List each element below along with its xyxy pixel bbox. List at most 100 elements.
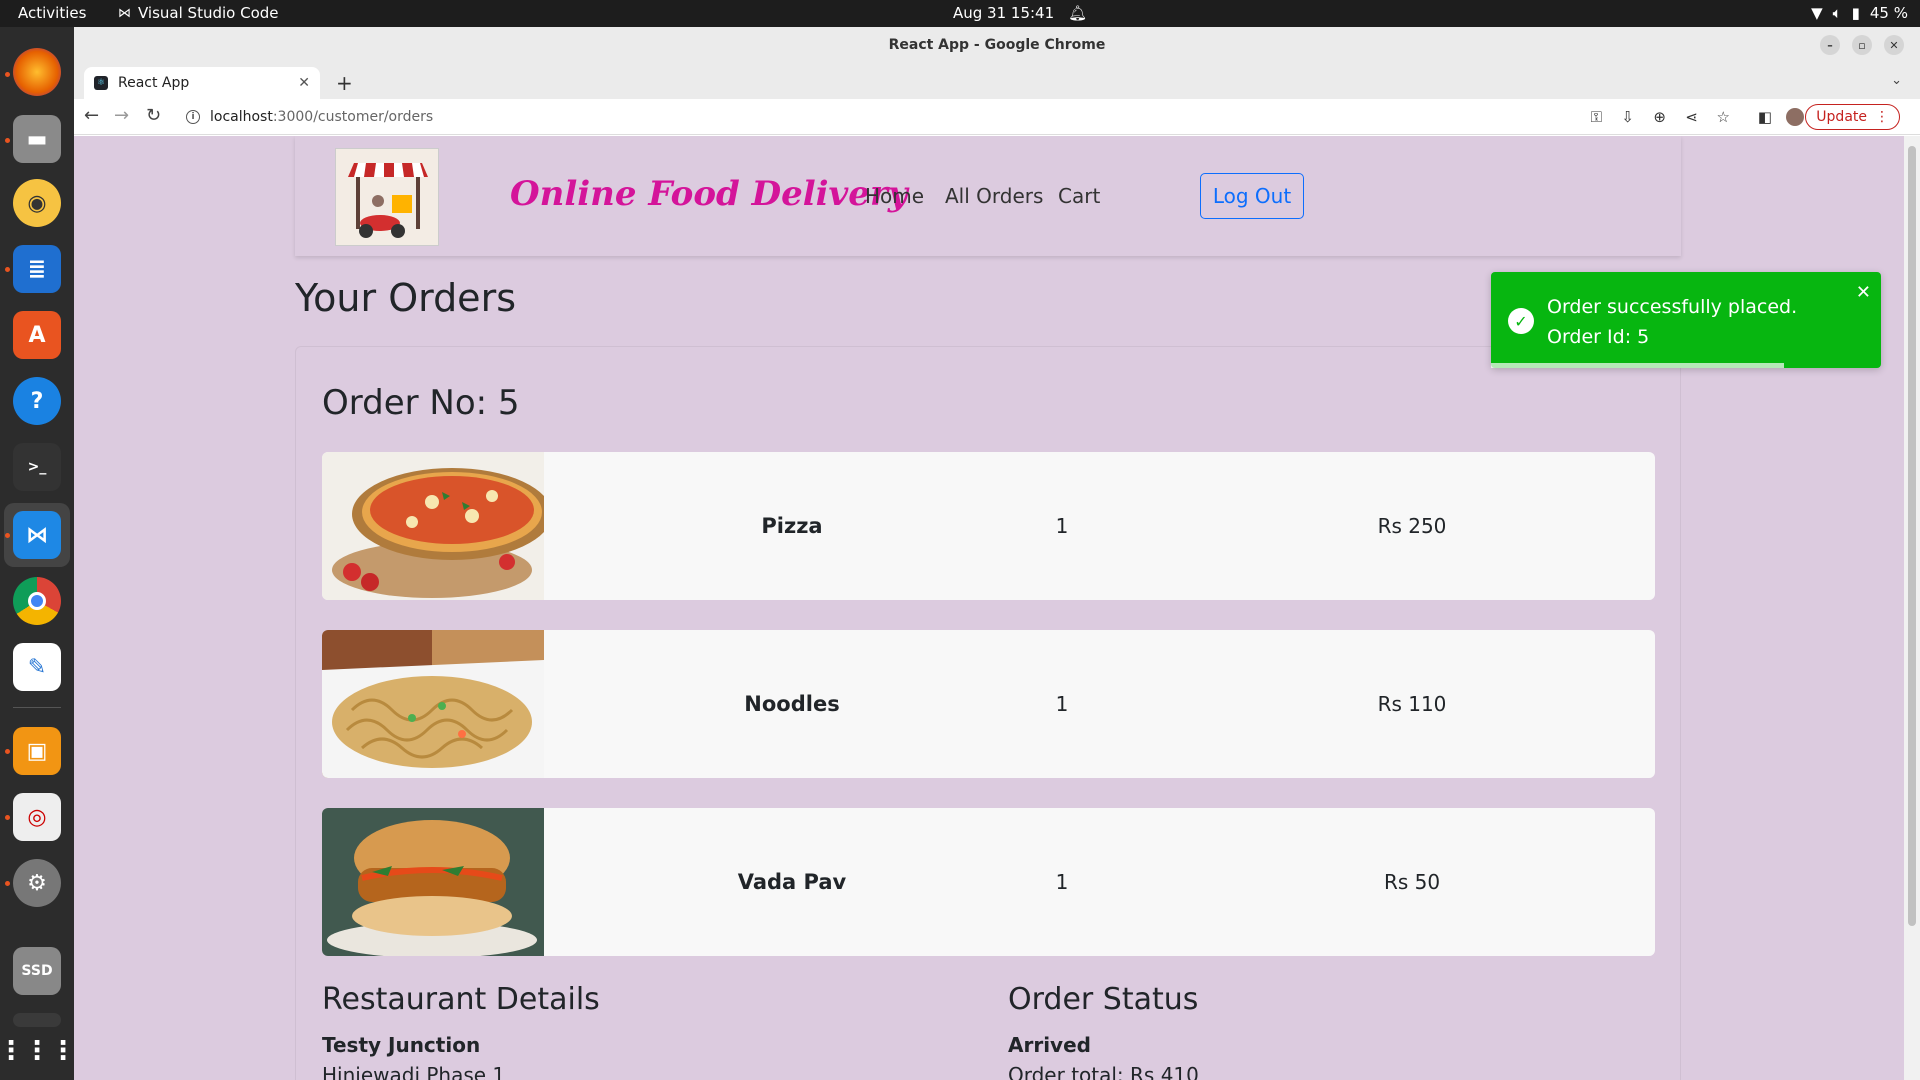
update-label: Update xyxy=(1816,109,1867,125)
share-icon[interactable]: ⋖ xyxy=(1685,108,1698,126)
browser-toolbar: ← → ↻ i localhost :3000/customer/orders … xyxy=(74,99,1920,135)
help-icon[interactable]: ? xyxy=(13,377,61,425)
tab-react-app[interactable]: ⚛ React App ✕ xyxy=(84,67,320,99)
page-title: Your Orders xyxy=(295,276,516,320)
update-button[interactable]: Update ⋮ xyxy=(1805,104,1900,130)
minimize-button[interactable]: – xyxy=(1820,35,1840,55)
order-card: Order No: 5 Pizza 1 Rs 250 Noodles 1 Rs … xyxy=(295,346,1681,1080)
bookmark-star-icon[interactable]: ☆ xyxy=(1717,108,1730,126)
order-status-heading: Order Status xyxy=(1008,982,1199,1017)
running-indicator xyxy=(5,533,10,538)
dock: ▬ ◉ ≣ A ? >_ ⋈ ✎ ▣ ◎ ⚙ SSD ⋮⋮⋮ xyxy=(0,27,76,1080)
brand-title[interactable]: Online Food Delivery xyxy=(510,174,908,214)
item-name: Vada Pav xyxy=(737,870,847,894)
nav-cart-link[interactable]: Cart xyxy=(1058,184,1100,208)
app-navbar: Online Food Delivery Home All Orders Car… xyxy=(295,136,1681,256)
window-titlebar[interactable]: React App - Google Chrome – ▫ ✕ xyxy=(74,27,1920,63)
check-circle-icon: ✓ xyxy=(1508,308,1534,334)
noodles-image xyxy=(322,630,544,778)
running-indicator xyxy=(5,267,10,272)
forward-button[interactable]: → xyxy=(114,105,129,126)
system-top-bar: Activities ⋈ Visual Studio Code Aug 31 1… xyxy=(0,0,1920,27)
close-tab-icon[interactable]: ✕ xyxy=(298,75,310,91)
vscode-icon[interactable]: ⋈ xyxy=(13,511,61,559)
restaurant-address: Hinjewadi Phase 1 xyxy=(322,1063,506,1080)
clock[interactable]: Aug 31 15:41 🔔︎ xyxy=(953,4,1087,22)
item-price: Rs 250 xyxy=(1377,514,1447,538)
tab-search-chevron-icon[interactable]: ⌄ xyxy=(1891,73,1902,88)
running-indicator xyxy=(5,749,10,754)
document-viewer-icon[interactable]: ◎ xyxy=(13,793,61,841)
maximize-button[interactable]: ▫ xyxy=(1852,35,1872,55)
item-name: Pizza xyxy=(761,514,823,538)
nav-all-orders-link[interactable]: All Orders xyxy=(945,184,1043,208)
toast-close-icon[interactable]: ✕ xyxy=(1856,282,1871,303)
vscode-small-icon: ⋈ xyxy=(118,5,131,21)
tab-title: React App xyxy=(118,75,190,91)
item-quantity: 1 xyxy=(1055,514,1069,538)
address-bar[interactable]: i localhost :3000/customer/orders xyxy=(186,103,1500,131)
toast-message: Order successfully placed. Order Id: 5 xyxy=(1547,296,1798,348)
battery-percent: 45 % xyxy=(1869,4,1908,22)
order-item-row: Pizza 1 Rs 250 xyxy=(322,452,1655,600)
item-price: Rs 110 xyxy=(1377,692,1447,716)
password-key-icon[interactable]: ⚿ xyxy=(1591,108,1602,126)
battery-icon: ▮ xyxy=(1851,4,1860,22)
order-number-heading: Order No: 5 xyxy=(322,383,520,423)
order-total: Order total: Rs 410 xyxy=(1008,1063,1199,1080)
close-window-button[interactable]: ✕ xyxy=(1884,35,1904,55)
running-indicator xyxy=(5,881,10,886)
impress-icon[interactable]: ▣ xyxy=(13,727,61,775)
reload-button[interactable]: ↻ xyxy=(146,105,161,126)
profile-avatar[interactable] xyxy=(1786,108,1804,126)
active-app-menu[interactable]: ⋈ Visual Studio Code xyxy=(118,4,279,22)
order-status-value: Arrived xyxy=(1008,1033,1091,1057)
files-icon[interactable]: ▬ xyxy=(13,115,61,163)
install-app-icon[interactable]: ⇩ xyxy=(1621,108,1634,126)
logout-button[interactable]: Log Out xyxy=(1200,173,1304,219)
activities-button[interactable]: Activities xyxy=(18,4,86,22)
side-panel-icon[interactable]: ◧ xyxy=(1758,108,1772,126)
volume-icon: 🔈︎ xyxy=(1832,4,1842,22)
text-editor-icon[interactable]: ✎ xyxy=(13,643,61,691)
datetime-text: Aug 31 15:41 xyxy=(953,4,1055,22)
food-delivery-logo[interactable] xyxy=(335,148,439,246)
notification-bell-icon: 🔔︎ xyxy=(1068,4,1088,22)
react-favicon-icon: ⚛ xyxy=(94,76,108,90)
item-name: Noodles xyxy=(744,692,840,716)
terminal-icon[interactable]: >_ xyxy=(13,443,61,491)
system-status-area[interactable]: ▼ 🔈︎ ▮ 45 % xyxy=(1811,4,1908,22)
wifi-icon: ▼ xyxy=(1811,4,1823,22)
vada-pav-image xyxy=(322,808,544,956)
running-indicator xyxy=(5,72,10,77)
window-title: React App - Google Chrome xyxy=(888,37,1106,53)
new-tab-button[interactable]: + xyxy=(336,71,353,95)
dock-separator xyxy=(13,707,61,708)
firefox-icon[interactable] xyxy=(13,48,61,96)
rhythmbox-icon[interactable]: ◉ xyxy=(13,179,61,227)
toast-progress-bar xyxy=(1491,363,1784,368)
disk-icon[interactable]: SSD xyxy=(13,947,61,995)
chrome-icon[interactable] xyxy=(13,577,61,625)
success-toast[interactable]: ✓ Order successfully placed. Order Id: 5… xyxy=(1491,272,1881,368)
tab-strip: ⚛ React App ✕ + ⌄ xyxy=(74,63,1920,99)
active-app-name: Visual Studio Code xyxy=(138,4,279,22)
scrollbar-thumb[interactable] xyxy=(1908,146,1916,926)
restaurant-details-heading: Restaurant Details xyxy=(322,982,600,1017)
item-quantity: 1 xyxy=(1055,870,1069,894)
app-center-icon[interactable]: A xyxy=(13,311,61,359)
zoom-icon[interactable]: ⊕ xyxy=(1653,108,1666,126)
running-indicator xyxy=(5,815,10,820)
site-info-icon[interactable]: i xyxy=(186,110,200,124)
url-host: localhost xyxy=(210,109,273,125)
back-button[interactable]: ← xyxy=(84,105,99,126)
apps-grid-icon[interactable]: ⋮⋮⋮ xyxy=(0,1027,76,1075)
nav-home-link[interactable]: Home xyxy=(865,184,924,208)
page-viewport: Online Food Delivery Home All Orders Car… xyxy=(74,136,1904,1080)
pizza-image xyxy=(322,452,544,600)
settings-icon[interactable]: ⚙ xyxy=(13,859,61,907)
writer-icon[interactable]: ≣ xyxy=(13,245,61,293)
item-quantity: 1 xyxy=(1055,692,1069,716)
trash-icon[interactable] xyxy=(13,1013,61,1027)
page-scrollbar[interactable] xyxy=(1904,136,1920,1080)
